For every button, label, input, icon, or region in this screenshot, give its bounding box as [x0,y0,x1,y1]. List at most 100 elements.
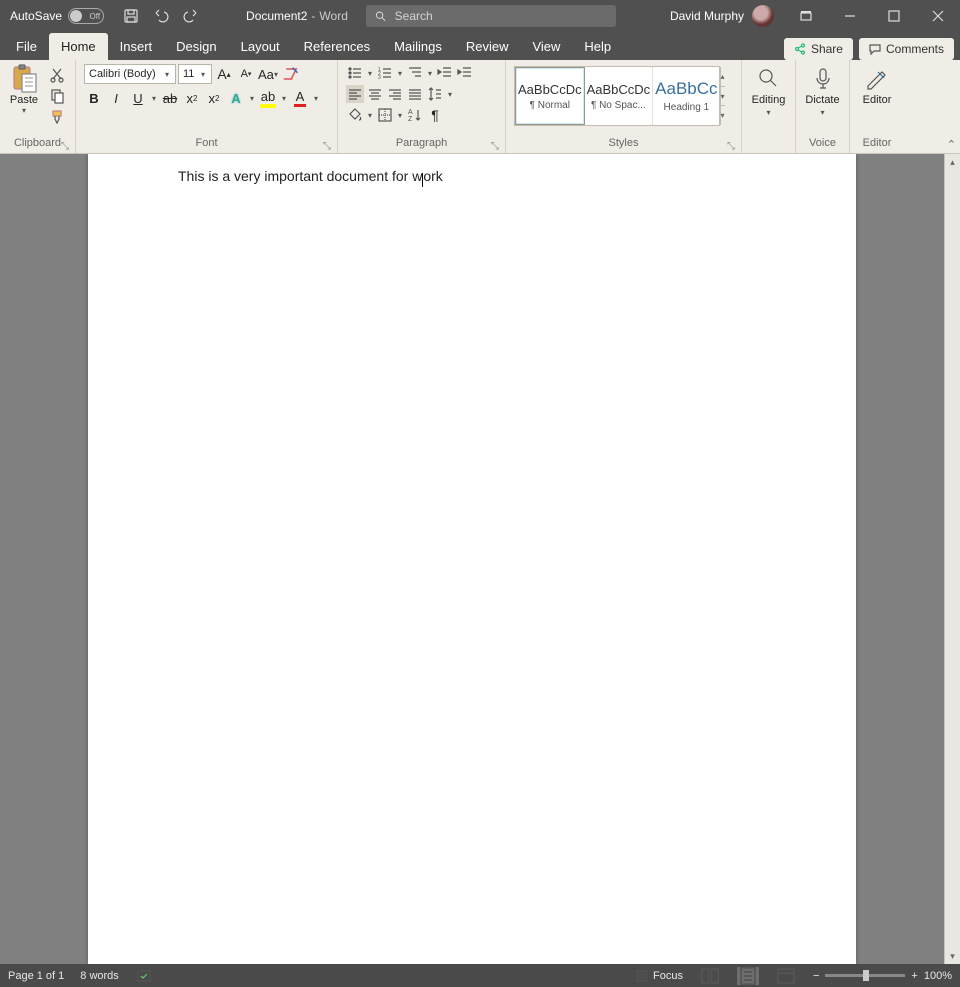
scroll-down-icon[interactable]: ▾ [945,948,960,964]
web-layout-icon[interactable] [775,967,797,985]
style-normal[interactable]: AaBbCcDc¶ Normal [515,67,585,125]
styles-launcher-icon[interactable]: ⤡ [725,141,737,153]
zoom-thumb[interactable] [863,970,869,981]
underline-button[interactable]: U [128,88,148,108]
shading-icon[interactable] [346,106,364,124]
editing-dropdown-icon[interactable]: ▾ [765,108,773,117]
highlight-icon[interactable]: ab [258,88,278,108]
paste-button[interactable]: Paste ▾ [4,62,44,115]
paste-dropdown-icon[interactable]: ▾ [20,106,28,115]
multilevel-dropdown-icon[interactable]: ▾ [426,69,434,78]
vertical-scrollbar[interactable]: ▴ ▾ [944,154,960,964]
print-layout-icon[interactable] [737,967,759,985]
save-icon[interactable] [122,7,140,25]
focus-mode[interactable]: Focus [635,969,683,983]
gallery-up-icon[interactable]: ▴ [721,67,725,87]
share-button[interactable]: Share [784,38,853,60]
font-launcher-icon[interactable]: ⤡ [321,141,333,153]
numbering-dropdown-icon[interactable]: ▾ [396,69,404,78]
bold-button[interactable]: B [84,88,104,108]
decrease-indent-icon[interactable] [436,64,454,82]
text-effects-dropdown-icon[interactable]: ▾ [248,94,256,103]
strikethrough-button[interactable]: ab [160,88,180,108]
italic-button[interactable]: I [106,88,126,108]
justify-icon[interactable] [406,85,424,103]
dictate-button[interactable]: Dictate ▾ [800,62,845,117]
paragraph-launcher-icon[interactable]: ⤡ [489,141,501,153]
tab-view[interactable]: View [520,33,572,60]
multilevel-list-icon[interactable] [406,64,424,82]
bullets-icon[interactable] [346,64,364,82]
format-painter-icon[interactable] [48,108,66,126]
redo-icon[interactable] [182,7,200,25]
dictate-dropdown-icon[interactable]: ▾ [819,108,827,117]
copy-icon[interactable] [48,87,66,105]
autosave-toggle[interactable]: Off [68,8,104,24]
gallery-more-icon[interactable]: ▾ [721,106,725,125]
undo-icon[interactable] [152,7,170,25]
tab-insert[interactable]: Insert [108,33,165,60]
zoom-slider[interactable] [825,974,905,977]
font-size-combo[interactable]: 11▾ [178,64,212,84]
maximize-button[interactable] [872,0,916,32]
line-spacing-icon[interactable] [426,85,444,103]
tab-references[interactable]: References [292,33,382,60]
tab-help[interactable]: Help [572,33,623,60]
clear-formatting-icon[interactable] [280,64,300,84]
increase-indent-icon[interactable] [456,64,474,82]
superscript-button[interactable]: x2 [204,88,224,108]
bullets-dropdown-icon[interactable]: ▾ [366,69,374,78]
clipboard-launcher-icon[interactable]: ⤡ [59,141,71,153]
style-heading1[interactable]: AaBbCcHeading 1 [653,67,719,125]
tab-layout[interactable]: Layout [229,33,292,60]
sort-icon[interactable]: AZ [406,106,424,124]
ribbon-display-button[interactable] [784,0,828,32]
close-button[interactable] [916,0,960,32]
gallery-down-icon[interactable]: ▾ [721,87,725,107]
show-marks-icon[interactable]: ¶ [426,106,444,124]
word-count[interactable]: 8 words [80,970,119,982]
font-color-dropdown-icon[interactable]: ▾ [312,94,320,103]
comments-button[interactable]: Comments [859,38,954,60]
tab-design[interactable]: Design [164,33,228,60]
borders-icon[interactable] [376,106,394,124]
highlight-dropdown-icon[interactable]: ▾ [280,94,288,103]
shading-dropdown-icon[interactable]: ▾ [366,111,374,120]
search-box[interactable] [366,5,616,27]
zoom-out-button[interactable]: − [813,970,819,982]
align-right-icon[interactable] [386,85,404,103]
editing-button[interactable]: Editing ▾ [746,62,791,117]
font-name-combo[interactable]: Calibri (Body)▾ [84,64,176,84]
change-case-icon[interactable]: Aa▾ [258,64,278,84]
tab-file[interactable]: File [4,33,49,60]
line-spacing-dropdown-icon[interactable]: ▾ [446,90,454,99]
document-text[interactable]: This is a very important document for wo… [178,168,443,185]
zoom-level[interactable]: 100% [924,970,952,982]
grow-font-icon[interactable]: A▴ [214,64,234,84]
spellcheck-icon[interactable] [135,967,153,985]
search-input[interactable] [395,9,608,23]
zoom-in-button[interactable]: + [911,970,917,982]
document-page[interactable]: This is a very important document for wo… [88,154,856,964]
align-left-icon[interactable] [346,85,364,103]
minimize-button[interactable] [828,0,872,32]
align-center-icon[interactable] [366,85,384,103]
shrink-font-icon[interactable]: A▾ [236,64,256,84]
scroll-up-icon[interactable]: ▴ [945,154,960,170]
qat-more-icon[interactable]: ▾ [212,12,220,21]
borders-dropdown-icon[interactable]: ▾ [396,111,404,120]
underline-dropdown-icon[interactable]: ▾ [150,94,158,103]
tab-review[interactable]: Review [454,33,521,60]
collapse-ribbon-icon[interactable]: ⌃ [947,138,956,151]
tab-mailings[interactable]: Mailings [382,33,454,60]
text-effects-icon[interactable]: A [226,88,246,108]
read-mode-icon[interactable] [699,967,721,985]
tab-home[interactable]: Home [49,33,108,60]
numbering-icon[interactable]: 123 [376,64,394,82]
styles-gallery[interactable]: AaBbCcDc¶ Normal AaBbCcDc¶ No Spac... Aa… [514,66,720,126]
editor-button[interactable]: Editor [854,62,900,106]
cut-icon[interactable] [48,66,66,84]
autosave-control[interactable]: AutoSave Off [0,8,114,24]
subscript-button[interactable]: x2 [182,88,202,108]
user-account[interactable]: David Murphy [660,5,784,27]
